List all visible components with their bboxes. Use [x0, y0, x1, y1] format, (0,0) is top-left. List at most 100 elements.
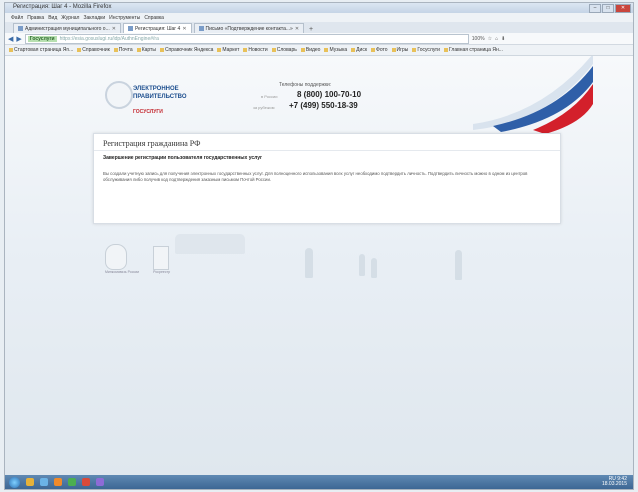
background-figure — [455, 250, 462, 280]
browser-window: Регистрация: Шаг 4 - Mozilla Firefox – □… — [4, 2, 634, 490]
menu-bookmarks[interactable]: Закладки — [83, 15, 105, 21]
bookmark-label: Справочник Яндекса — [164, 47, 214, 53]
flag-swoosh-decoration — [473, 56, 593, 134]
logo-text-line1: ЭЛЕКТРОННОЕ — [133, 86, 179, 92]
close-button[interactable]: ✕ — [615, 4, 631, 13]
registration-card: Регистрация гражданина РФ Завершение рег… — [93, 133, 561, 224]
window-title: Регистрация: Шаг 4 - Mozilla Firefox — [13, 4, 112, 10]
menu-view[interactable]: Вид — [48, 15, 57, 21]
bookmark-item[interactable]: Игры — [391, 47, 408, 53]
folder-icon — [9, 48, 13, 52]
maximize-button[interactable]: □ — [602, 4, 614, 13]
folder-icon — [443, 48, 448, 52]
menu-history[interactable]: Журнал — [61, 15, 79, 21]
footer-logos: Минкомсвязь России Росреестр — [105, 244, 170, 274]
folder-icon — [300, 48, 305, 52]
bookmark-item[interactable]: Справочник Яндекса — [159, 47, 214, 53]
home-icon[interactable]: ⌂ — [495, 36, 498, 42]
bookmark-label: Справочник — [82, 47, 110, 53]
logo-text-line2: ПРАВИТЕЛЬСТВО — [133, 94, 187, 100]
bookmark-item[interactable]: Госуслуги — [412, 47, 440, 53]
tab-label: Письмо «Подтверждение контакта...» — [205, 25, 293, 32]
divider — [94, 150, 560, 151]
emblem-icon — [105, 244, 127, 270]
phone2-label: за рубежом — [253, 105, 275, 110]
page-title: Регистрация гражданина РФ — [103, 139, 201, 148]
bookmark-item[interactable]: Новости — [243, 47, 268, 53]
bookmark-item[interactable]: Диск — [351, 47, 367, 53]
folder-icon — [351, 48, 356, 52]
tab-label: Администрация муниципального о... — [25, 25, 110, 32]
firefox-icon[interactable] — [54, 478, 62, 486]
tab-registration[interactable]: Регистрация: Шаг 4 ✕ — [122, 23, 192, 33]
back-button[interactable]: ◀ — [8, 35, 13, 43]
ministry-logo[interactable]: Минкомсвязь России — [105, 244, 139, 274]
app-icon[interactable] — [82, 478, 90, 486]
bookmark-star-icon[interactable]: ☆ — [488, 36, 492, 42]
bookmark-item[interactable]: Видео — [300, 47, 320, 53]
folder-icon — [217, 48, 222, 52]
download-icon[interactable]: ⬇ — [501, 36, 505, 42]
nav-tools: 100% ☆ ⌂ ⬇ — [472, 36, 506, 42]
tab-municipal[interactable]: Администрация муниципального о... ✕ — [13, 23, 121, 33]
new-tab-button[interactable]: + — [306, 26, 316, 33]
background-figure — [175, 234, 245, 254]
folder-icon — [113, 48, 118, 52]
gov-logo-icon[interactable] — [105, 81, 133, 109]
bookmark-item[interactable]: Справочник — [77, 47, 110, 53]
navigation-bar: ◀ ▶ Госуслуги https://esia.gosuslugi.ru/… — [5, 33, 633, 45]
folder-icon — [243, 48, 248, 52]
menu-edit[interactable]: Правка — [27, 15, 44, 21]
folder-icon — [77, 48, 82, 52]
bookmark-item[interactable]: Карты — [136, 47, 156, 53]
zoom-level[interactable]: 100% — [472, 36, 485, 42]
phone2-number: +7 (499) 550-18-39 — [289, 101, 358, 110]
bookmark-item[interactable]: Главная страница Ян... — [443, 47, 503, 53]
phone1-label: в России — [261, 94, 278, 99]
menu-tools[interactable]: Инструменты — [109, 15, 140, 21]
bookmark-label: Стартовая страница Яn... — [14, 47, 74, 53]
minimize-button[interactable]: – — [589, 4, 601, 13]
page-favicon-icon — [198, 26, 204, 31]
bookmark-label: Фото — [376, 47, 388, 53]
system-tray[interactable]: RU 9:42 18.03.2015 — [602, 477, 627, 487]
bookmark-item[interactable]: Словарь — [271, 47, 297, 53]
registry-caption: Росреестр — [153, 270, 171, 274]
ie-icon[interactable] — [40, 478, 48, 486]
tab-mail[interactable]: Письмо «Подтверждение контакта...» ✕ — [193, 23, 305, 33]
registry-emblem-icon — [153, 246, 170, 270]
bookmark-label: Маркет — [222, 47, 240, 53]
folder-icon — [271, 48, 276, 52]
folder-icon — [412, 48, 417, 52]
start-button[interactable] — [9, 476, 20, 488]
close-tab-icon[interactable]: ✕ — [295, 26, 299, 32]
close-tab-icon[interactable]: ✕ — [182, 26, 186, 32]
app-icon[interactable] — [68, 478, 76, 486]
bookmark-item[interactable]: Стартовая страница Яn... — [9, 47, 73, 53]
bookmark-item[interactable]: Музыка — [324, 47, 347, 53]
site-header: ЭЛЕКТРОННОЕ ПРАВИТЕЛЬСТВО ГОСУСЛУГИ Теле… — [93, 56, 593, 134]
url-text: https://esia.gosuslugi.ru/idp/AuthnEngin… — [59, 35, 159, 42]
app-icon[interactable] — [96, 478, 104, 486]
clock-date: 18.03.2015 — [601, 481, 627, 487]
folder-icon — [136, 48, 141, 52]
forward-button[interactable]: ▶ — [16, 35, 21, 43]
registry-logo[interactable]: Росреестр — [153, 246, 170, 274]
close-tab-icon[interactable]: ✕ — [112, 26, 116, 32]
bookmark-label: Почта — [118, 47, 133, 53]
tab-bar: Администрация муниципального о... ✕ Реги… — [5, 22, 633, 33]
bookmark-item[interactable]: Фото — [371, 47, 388, 53]
bookmark-item[interactable]: Почта — [113, 47, 133, 53]
bookmark-item[interactable]: Маркет — [217, 47, 239, 53]
bookmark-label: Новости — [248, 47, 268, 53]
background-figure — [371, 258, 377, 278]
site-identity-badge[interactable]: Госуслуги — [27, 35, 57, 42]
page-favicon-icon — [18, 26, 23, 31]
menu-file[interactable]: Файл — [11, 15, 23, 21]
address-bar[interactable]: Госуслуги https://esia.gosuslugi.ru/idp/… — [24, 33, 469, 44]
bookmarks-bar: Стартовая страница Яn... Справочник Почт… — [5, 45, 633, 56]
bookmark-label: Карты — [141, 47, 156, 53]
menu-bar: Файл Правка Вид Журнал Закладки Инструме… — [5, 13, 633, 22]
menu-help[interactable]: Справка — [144, 15, 164, 21]
explorer-icon[interactable] — [26, 478, 34, 486]
